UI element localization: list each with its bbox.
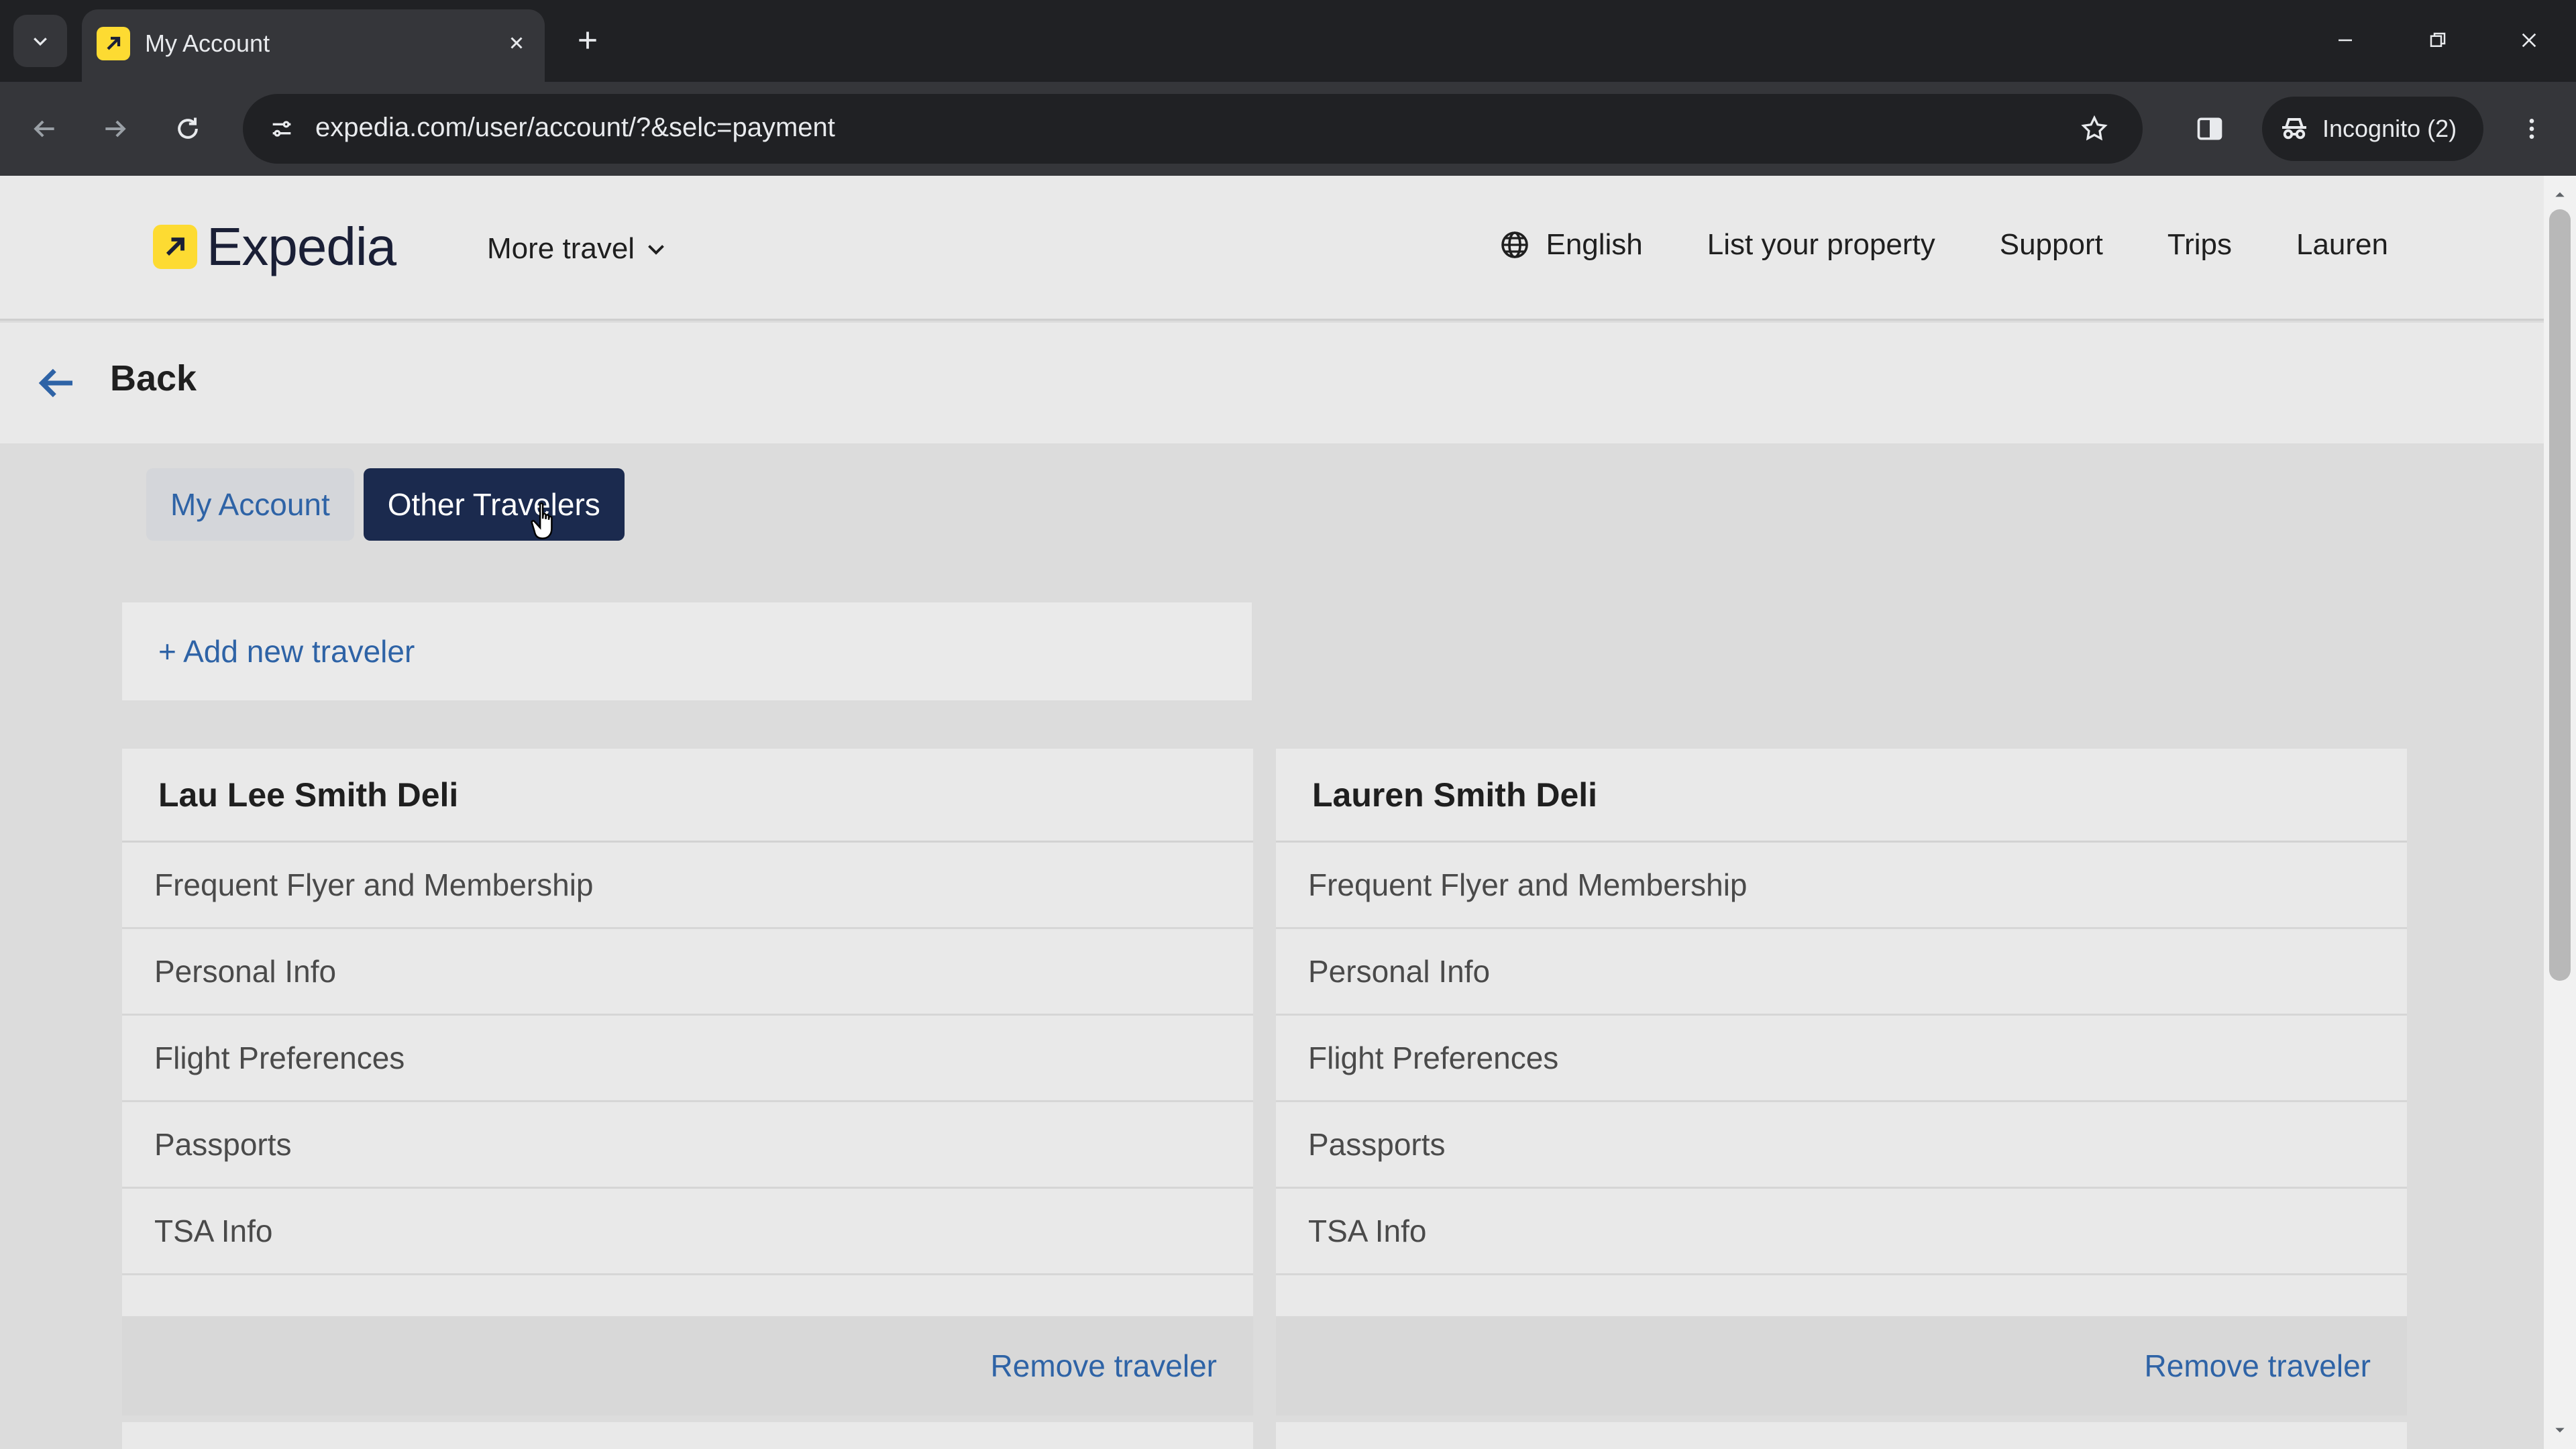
- traveler-row-flight-preferences[interactable]: Flight Preferences: [122, 1016, 1253, 1102]
- add-traveler-card: + Add new traveler: [122, 602, 1252, 700]
- traveler-row-frequent-flyer[interactable]: Frequent Flyer and Membership: [122, 843, 1253, 929]
- traveler-row-personal-info[interactable]: Personal Info: [122, 929, 1253, 1016]
- forward-nav-icon[interactable]: [89, 102, 142, 156]
- logo-text: Expedia: [207, 217, 396, 276]
- scroll-up-icon[interactable]: [2551, 185, 2569, 204]
- traveler-row-personal-info[interactable]: Personal Info: [1276, 929, 2407, 1016]
- browser-menu-icon[interactable]: [2505, 102, 2559, 156]
- user-menu[interactable]: Lauren: [2296, 228, 2388, 262]
- browser-tab-active[interactable]: My Account: [82, 9, 545, 82]
- traveler-card: Lau Lee Smith Deli Frequent Flyer and Me…: [122, 749, 1253, 1415]
- traveler-row-passports[interactable]: Passports: [1276, 1102, 2407, 1189]
- traveler-name: Lauren Smith Deli: [1276, 749, 2407, 843]
- traveler-row-frequent-flyer[interactable]: Frequent Flyer and Membership: [1276, 843, 2407, 929]
- chevron-down-icon: [648, 245, 664, 255]
- add-new-traveler-link[interactable]: + Add new traveler: [158, 633, 415, 669]
- language-selector[interactable]: English: [1499, 228, 1643, 262]
- expedia-favicon-icon: [97, 27, 130, 60]
- more-travel-menu[interactable]: More travel: [487, 232, 668, 266]
- traveler-card-partial: [122, 1422, 1253, 1449]
- support-link[interactable]: Support: [2000, 228, 2103, 262]
- header-nav: English List your property Support Trips…: [1499, 228, 2388, 262]
- browser-tabstrip: My Account: [0, 0, 2576, 82]
- traveler-row-flight-preferences[interactable]: Flight Preferences: [1276, 1016, 2407, 1102]
- back-link[interactable]: Back: [110, 358, 197, 399]
- traveler-card-footer: Remove traveler: [122, 1316, 1253, 1415]
- list-property-link[interactable]: List your property: [1707, 228, 1935, 262]
- language-label: English: [1546, 228, 1643, 261]
- trips-link[interactable]: Trips: [2167, 228, 2232, 262]
- globe-icon: [1501, 231, 1529, 258]
- traveler-name: Lau Lee Smith Deli: [122, 749, 1253, 843]
- tab-title: My Account: [145, 30, 270, 57]
- side-panel-icon[interactable]: [2183, 102, 2237, 156]
- remove-traveler-link[interactable]: Remove traveler: [2145, 1348, 2371, 1384]
- restore-icon[interactable]: [2411, 13, 2465, 67]
- incognito-label: Incognito (2): [2322, 115, 2457, 142]
- incognito-profile-button[interactable]: Incognito (2): [2262, 97, 2483, 161]
- traveler-row-tsa-info[interactable]: TSA Info: [122, 1189, 1253, 1275]
- remove-traveler-link[interactable]: Remove traveler: [991, 1348, 1217, 1384]
- back-bar: Back: [0, 323, 2544, 443]
- expedia-logo[interactable]: Expedia: [153, 217, 396, 276]
- scroll-down-icon[interactable]: [2551, 1421, 2569, 1440]
- browser-toolbar: expedia.com/user/account/?&selc=payment …: [0, 82, 2576, 176]
- close-window-icon[interactable]: [2502, 13, 2556, 67]
- bookmark-star-icon[interactable]: [2072, 106, 2117, 152]
- scroll-thumb[interactable]: [2549, 209, 2571, 981]
- page-scrollbar[interactable]: [2544, 176, 2576, 1449]
- traveler-row-passports[interactable]: Passports: [122, 1102, 1253, 1189]
- incognito-icon: [2282, 118, 2306, 140]
- traveler-card-footer: Remove traveler: [1276, 1316, 2407, 1415]
- new-tab-icon[interactable]: [568, 20, 608, 60]
- traveler-row-tsa-info[interactable]: TSA Info: [1276, 1189, 2407, 1275]
- close-tab-icon[interactable]: [498, 24, 535, 62]
- traveler-card-partial: [1276, 1422, 2407, 1449]
- expedia-logo-icon: [153, 225, 197, 269]
- url-text: expedia.com/user/account/?&selc=payment: [315, 113, 835, 142]
- site-settings-icon[interactable]: [259, 106, 305, 152]
- tab-my-account[interactable]: My Account: [146, 468, 354, 541]
- address-bar[interactable]: expedia.com/user/account/?&selc=payment: [243, 94, 2143, 164]
- back-nav-icon[interactable]: [17, 102, 71, 156]
- minimize-icon[interactable]: [2318, 13, 2372, 67]
- back-arrow-icon[interactable]: [35, 362, 78, 405]
- page-content: Expedia More travel English List your pr…: [0, 176, 2544, 1449]
- site-header: Expedia More travel English List your pr…: [0, 176, 2544, 321]
- more-travel-label: More travel: [487, 232, 635, 265]
- tab-other-travelers[interactable]: Other Travelers: [363, 468, 625, 541]
- tab-search-button[interactable]: [13, 15, 67, 67]
- reload-icon[interactable]: [161, 102, 215, 156]
- hand-cursor-icon: [531, 502, 553, 539]
- traveler-card: Lauren Smith Deli Frequent Flyer and Mem…: [1276, 749, 2407, 1415]
- chevron-down-icon: [34, 38, 47, 46]
